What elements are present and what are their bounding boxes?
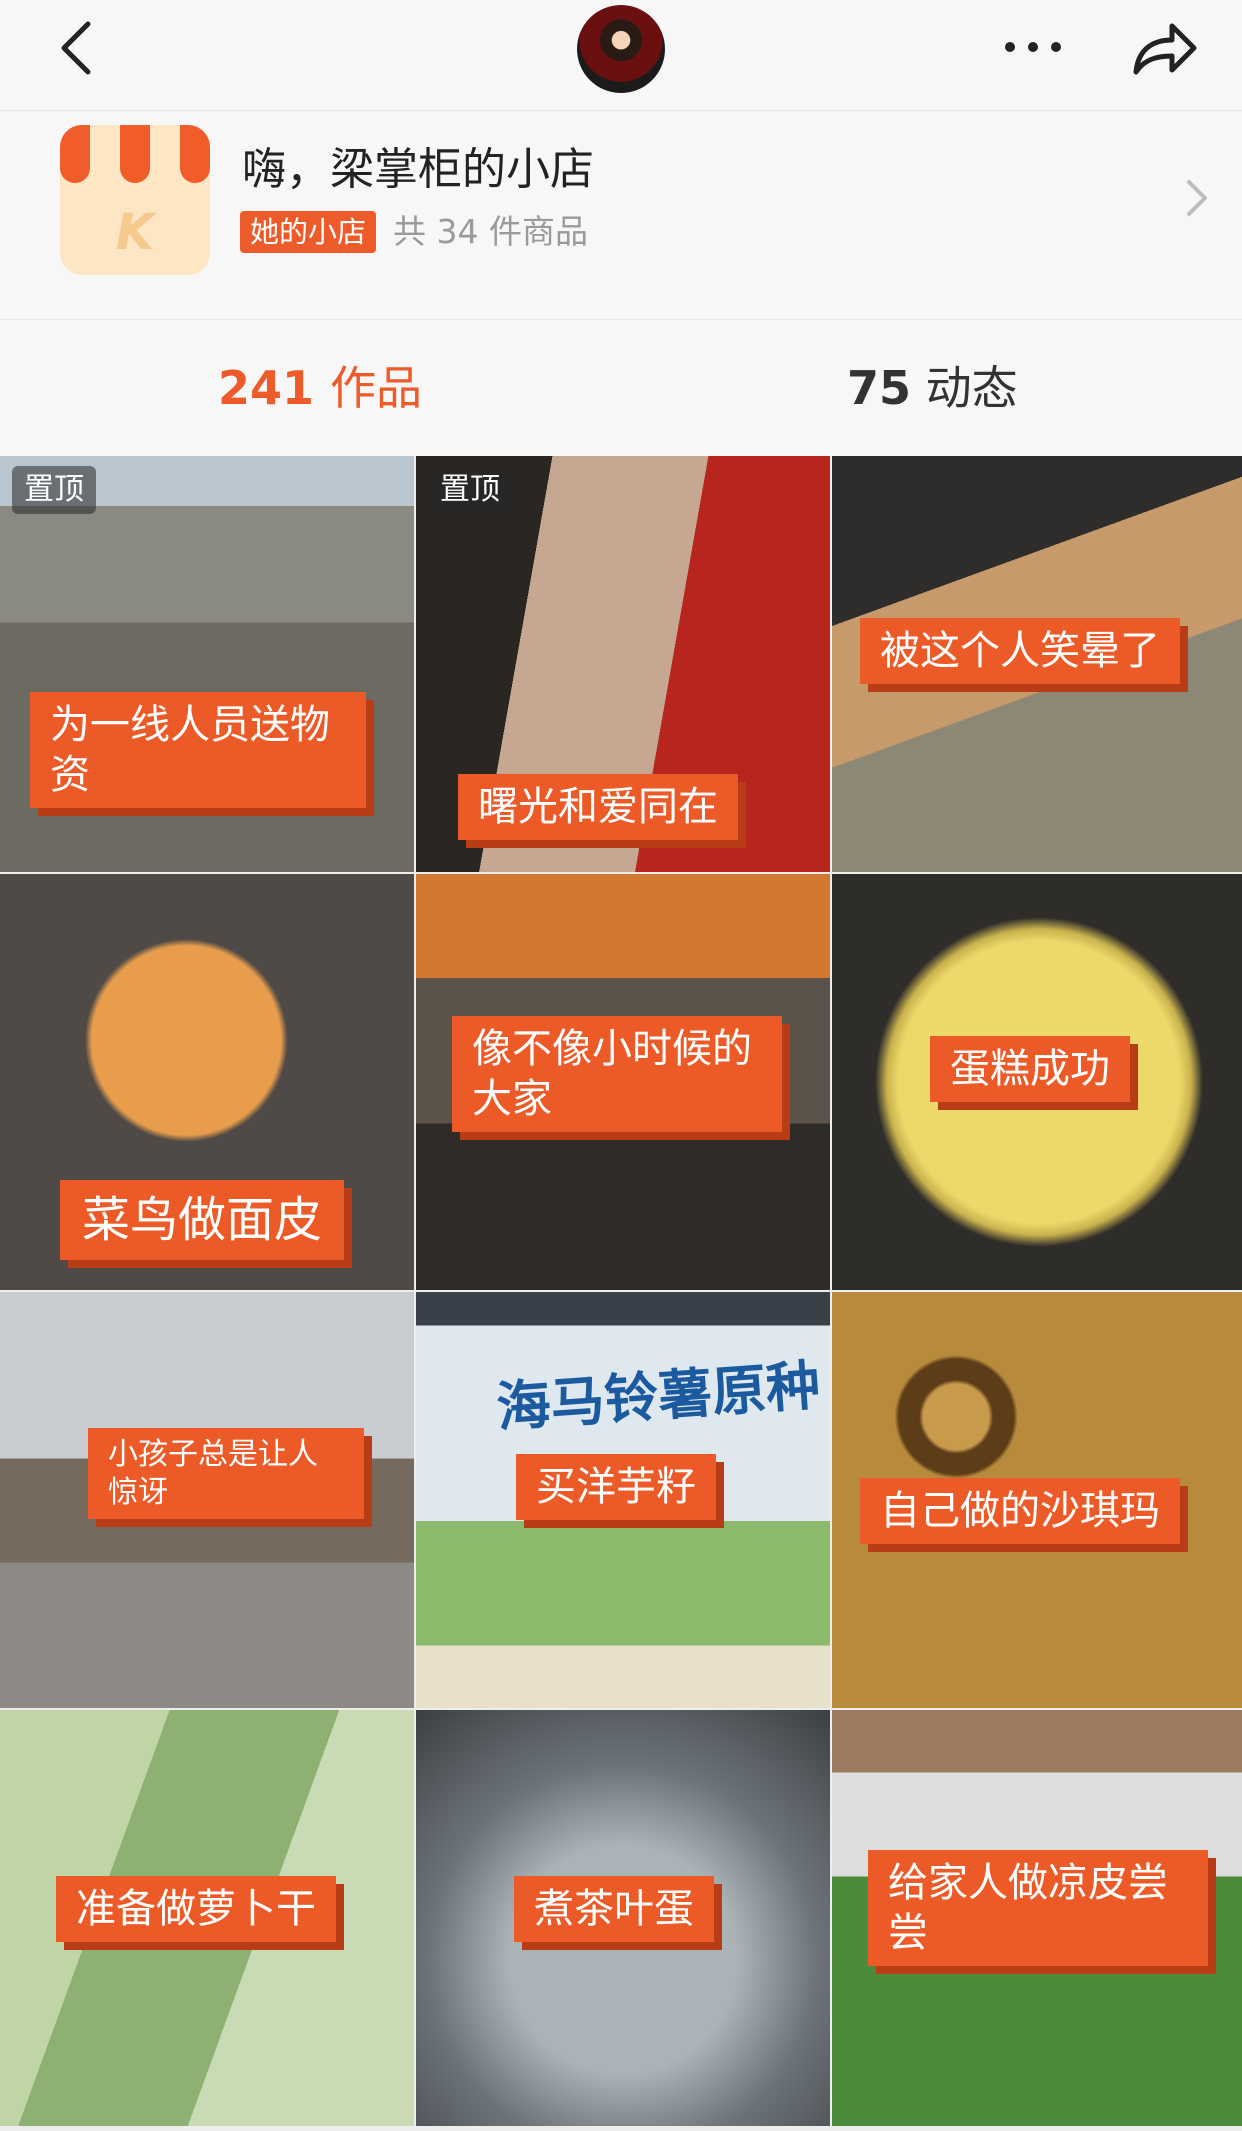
video-caption: 自己做的沙琪玛 xyxy=(860,1478,1180,1544)
video-caption: 曙光和爱同在 xyxy=(458,774,738,840)
video-card[interactable]: 菜鸟做面皮 xyxy=(0,874,414,1290)
video-card[interactable]: 煮茶叶蛋 xyxy=(416,1710,830,2126)
video-caption: 给家人做凉皮尝尝 xyxy=(868,1850,1208,1966)
video-caption: 买洋芋籽 xyxy=(516,1454,716,1520)
shop-store-icon: K xyxy=(60,125,210,275)
tab-moments[interactable]: 75 动态 xyxy=(847,320,1018,456)
shop-tag-badge: 她的小店 xyxy=(240,211,377,253)
shop-icon-letter: K xyxy=(115,203,155,261)
video-card[interactable]: 像不像小时候的 大家 xyxy=(416,874,830,1290)
tab-works-count: 241 xyxy=(218,361,315,415)
ellipsis-icon[interactable] xyxy=(998,22,1068,72)
video-card[interactable]: 蛋糕成功 xyxy=(832,874,1242,1290)
video-card[interactable]: 准备做萝卜干 xyxy=(0,1710,414,2126)
video-grid: 置顶 为一线人员送物资 置顶 曙光和爱同在 被这个人笑晕了 菜鸟做面皮 像不像小… xyxy=(0,456,1242,2131)
video-card[interactable]: 置顶 为一线人员送物资 xyxy=(0,456,414,872)
tab-works[interactable]: 241 作品 xyxy=(218,320,422,456)
video-caption: 像不像小时候的 大家 xyxy=(452,1016,782,1132)
video-caption: 菜鸟做面皮 xyxy=(60,1180,345,1260)
video-card[interactable]: 小孩子总是让人 惊讶 xyxy=(0,1292,414,1708)
video-caption: 被这个人笑晕了 xyxy=(860,618,1180,684)
tab-moments-count: 75 xyxy=(847,361,912,415)
profile-tabs: 241 作品 75 动态 xyxy=(0,320,1242,456)
shop-entry[interactable]: K 嗨，梁掌柜的小店 她的小店 共 34 件商品 xyxy=(0,111,1242,320)
video-caption: 准备做萝卜干 xyxy=(56,1876,336,1942)
video-caption: 煮茶叶蛋 xyxy=(514,1876,714,1942)
video-card[interactable]: 给家人做凉皮尝尝 xyxy=(832,1710,1242,2126)
tab-works-label: 作品 xyxy=(330,361,423,415)
video-card[interactable]: 被这个人笑晕了 xyxy=(832,456,1242,872)
tab-moments-label: 动态 xyxy=(925,361,1018,415)
chevron-left-icon[interactable] xyxy=(50,18,110,78)
pinned-badge: 置顶 xyxy=(428,466,512,514)
shop-title: 嗨，梁掌柜的小店 xyxy=(242,144,594,195)
video-card[interactable]: 自己做的沙琪玛 xyxy=(832,1292,1242,1708)
top-nav-bar xyxy=(0,0,1242,111)
shop-item-count: 共 34 件商品 xyxy=(393,212,588,251)
video-card[interactable]: 置顶 曙光和爱同在 xyxy=(416,456,830,872)
video-card[interactable]: 海马铃薯原种 买洋芋籽 xyxy=(416,1292,830,1708)
video-caption: 蛋糕成功 xyxy=(930,1036,1130,1102)
video-caption: 为一线人员送物资 xyxy=(30,692,366,808)
pinned-badge: 置顶 xyxy=(12,466,96,514)
share-arrow-icon[interactable] xyxy=(1128,16,1200,80)
user-avatar[interactable] xyxy=(577,5,665,93)
bag-print-text: 海马铃薯原种 xyxy=(494,1353,823,1440)
chevron-right-icon[interactable] xyxy=(1183,176,1211,220)
video-caption: 小孩子总是让人 惊讶 xyxy=(88,1428,364,1519)
